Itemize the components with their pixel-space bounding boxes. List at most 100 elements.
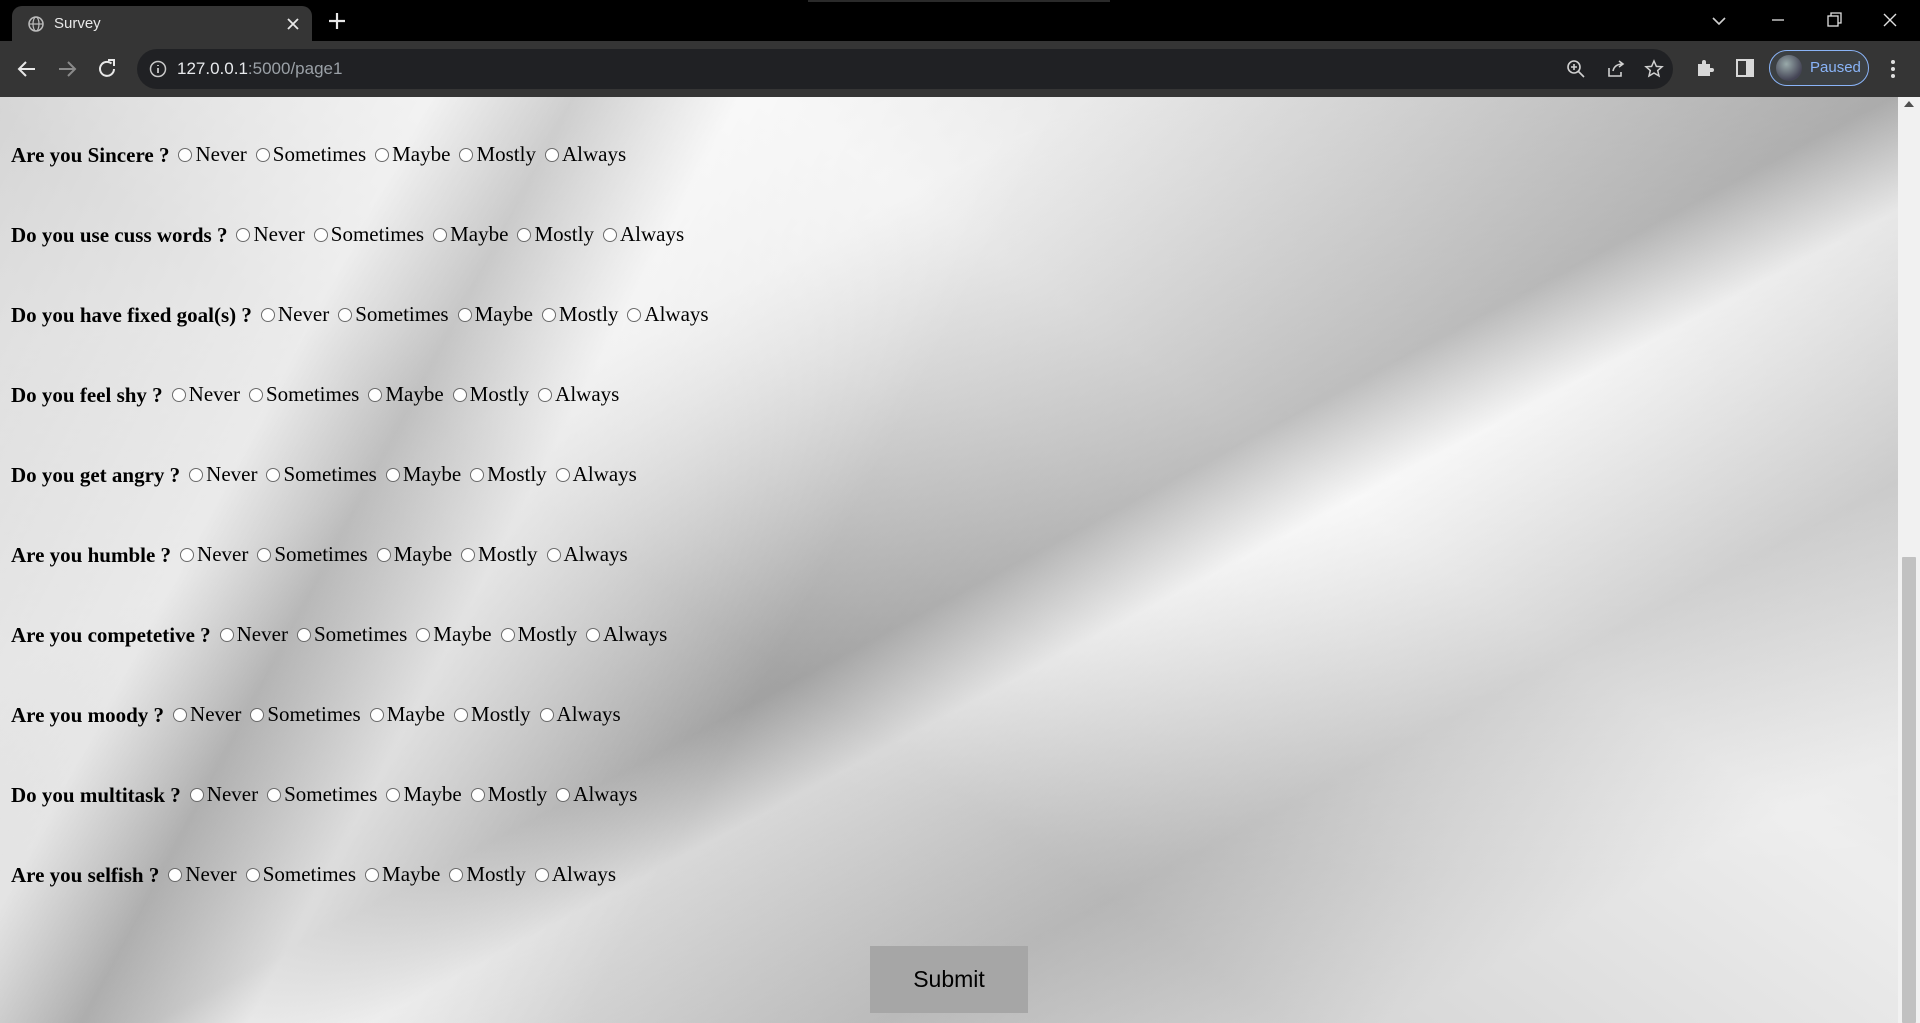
radio-button[interactable]	[459, 147, 474, 162]
answer-option[interactable]: Always	[586, 622, 667, 647]
radio-button[interactable]	[369, 707, 384, 722]
radio-button[interactable]	[313, 227, 328, 242]
answer-option[interactable]: Sometimes	[248, 382, 359, 407]
radio-button[interactable]	[546, 547, 561, 562]
url-text[interactable]: 127.0.0.1:5000/page1	[177, 59, 342, 79]
answer-option[interactable]: Maybe	[368, 382, 444, 407]
answer-option[interactable]: Mostly	[541, 302, 618, 327]
radio-button[interactable]	[248, 387, 263, 402]
profile-button[interactable]: Paused	[1769, 50, 1869, 86]
window-drag-area[interactable]	[808, 0, 1110, 2]
radio-button[interactable]	[452, 387, 467, 402]
window-close-icon[interactable]	[1878, 8, 1902, 32]
scroll-up-arrow-icon[interactable]	[1904, 101, 1914, 107]
answer-option[interactable]: Never	[260, 302, 329, 327]
radio-button[interactable]	[171, 387, 186, 402]
answer-option[interactable]: Always	[556, 782, 637, 807]
answer-option[interactable]: Never	[168, 862, 237, 887]
answer-option[interactable]: Never	[189, 782, 258, 807]
bookmark-star-icon[interactable]	[1644, 59, 1664, 79]
answer-option[interactable]: Maybe	[386, 782, 462, 807]
radio-button[interactable]	[250, 707, 265, 722]
answer-option[interactable]: Maybe	[376, 542, 452, 567]
radio-button[interactable]	[386, 787, 401, 802]
answer-option[interactable]: Always	[602, 222, 684, 247]
radio-button[interactable]	[266, 467, 281, 482]
radio-button[interactable]	[219, 627, 234, 642]
radio-button[interactable]	[245, 867, 260, 882]
answer-option[interactable]: Always	[534, 862, 616, 887]
tab-survey[interactable]: Survey	[12, 6, 312, 41]
radio-button[interactable]	[180, 547, 195, 562]
answer-option[interactable]: Sometimes	[257, 542, 368, 567]
address-bar[interactable]: 127.0.0.1:5000/page1	[137, 49, 1673, 89]
radio-button[interactable]	[376, 547, 391, 562]
answer-option[interactable]: Maybe	[369, 702, 445, 727]
answer-option[interactable]: Always	[546, 542, 628, 567]
answer-option[interactable]: Maybe	[457, 302, 533, 327]
answer-option[interactable]: Sometimes	[255, 142, 366, 167]
radio-button[interactable]	[539, 707, 554, 722]
share-icon[interactable]	[1606, 59, 1626, 79]
radio-button[interactable]	[178, 147, 193, 162]
radio-button[interactable]	[433, 227, 448, 242]
forward-arrow-icon[interactable]	[54, 56, 80, 82]
answer-option[interactable]: Maybe	[375, 142, 450, 167]
answer-option[interactable]: Sometimes	[250, 702, 361, 727]
radio-button[interactable]	[541, 307, 556, 322]
radio-button[interactable]	[454, 707, 469, 722]
radio-button[interactable]	[586, 627, 601, 642]
answer-option[interactable]: Mostly	[470, 462, 547, 487]
answer-option[interactable]: Mostly	[500, 622, 577, 647]
scrollbar-thumb[interactable]	[1902, 557, 1916, 1023]
radio-button[interactable]	[338, 307, 353, 322]
radio-button[interactable]	[461, 547, 476, 562]
radio-button[interactable]	[236, 227, 251, 242]
side-panel-icon[interactable]	[1734, 57, 1756, 79]
radio-button[interactable]	[500, 627, 515, 642]
radio-button[interactable]	[457, 307, 472, 322]
radio-button[interactable]	[534, 867, 549, 882]
radio-button[interactable]	[449, 867, 464, 882]
answer-option[interactable]: Sometimes	[267, 782, 377, 807]
radio-button[interactable]	[416, 627, 431, 642]
answer-option[interactable]: Mostly	[452, 382, 529, 407]
zoom-icon[interactable]	[1566, 59, 1586, 79]
info-icon[interactable]	[149, 60, 167, 78]
answer-option[interactable]: Mostly	[459, 142, 536, 167]
answer-option[interactable]: Never	[236, 222, 305, 247]
answer-option[interactable]: Never	[219, 622, 288, 647]
radio-button[interactable]	[544, 147, 559, 162]
radio-button[interactable]	[470, 787, 485, 802]
radio-button[interactable]	[189, 467, 204, 482]
answer-option[interactable]: Sometimes	[296, 622, 407, 647]
answer-option[interactable]: Always	[539, 702, 621, 727]
answer-option[interactable]: Never	[171, 382, 240, 407]
radio-button[interactable]	[255, 147, 270, 162]
radio-button[interactable]	[375, 147, 390, 162]
radio-button[interactable]	[385, 467, 400, 482]
radio-button[interactable]	[555, 467, 570, 482]
new-tab-plus-icon[interactable]	[326, 10, 348, 32]
close-icon[interactable]	[284, 15, 302, 33]
answer-option[interactable]: Maybe	[365, 862, 440, 887]
answer-option[interactable]: Always	[538, 382, 619, 407]
answer-option[interactable]: Never	[173, 702, 241, 727]
radio-button[interactable]	[538, 387, 553, 402]
answer-option[interactable]: Sometimes	[338, 302, 449, 327]
radio-button[interactable]	[267, 787, 282, 802]
answer-option[interactable]: Maybe	[385, 462, 461, 487]
radio-button[interactable]	[556, 787, 571, 802]
radio-button[interactable]	[627, 307, 642, 322]
radio-button[interactable]	[296, 627, 311, 642]
radio-button[interactable]	[168, 867, 183, 882]
back-arrow-icon[interactable]	[14, 56, 40, 82]
radio-button[interactable]	[517, 227, 532, 242]
submit-button[interactable]: Submit	[870, 946, 1028, 1013]
radio-button[interactable]	[173, 707, 188, 722]
answer-option[interactable]: Sometimes	[313, 222, 424, 247]
answer-option[interactable]: Mostly	[454, 702, 531, 727]
more-menu-icon[interactable]	[1880, 56, 1906, 82]
chevron-down-icon[interactable]	[1709, 11, 1729, 31]
radio-button[interactable]	[257, 547, 272, 562]
